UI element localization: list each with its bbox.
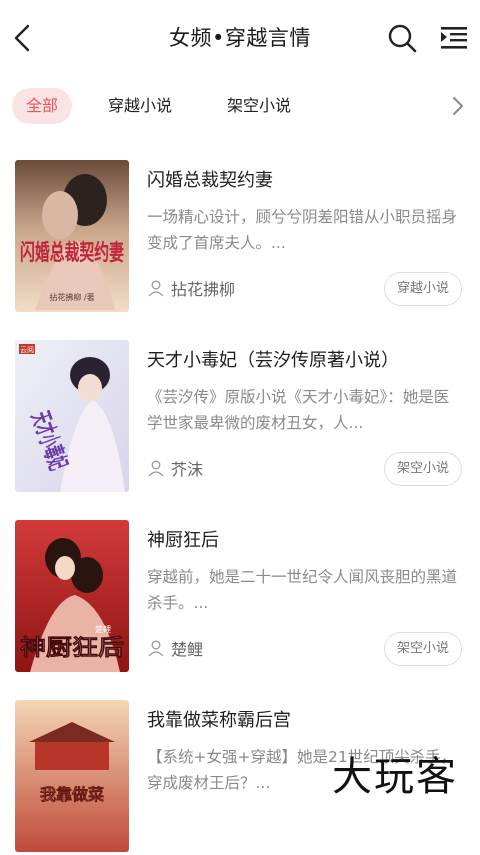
cover-author: 楚鲤 [95,624,111,634]
book-description: 《芸汐传》原版小说《天才小毒妃》：她是医学世家最卑微的废材丑女，人... [147,388,450,432]
book-description: 一场精心设计，顾兮兮阴差阳错从小职员摇身变成了首席夫人。... [147,208,458,252]
genre-tag[interactable]: 架空小说 [383,632,462,666]
cover-title: 闪婚总裁契约妻 [20,240,124,266]
person-icon [148,640,164,657]
book-title: 天才小毒妃（芸汐传原著小说） [147,350,399,371]
tab-time-travel[interactable]: 穿越小说 [108,88,172,124]
genre-tag[interactable]: 穿越小说 [383,272,462,306]
author-name: 拈花拂柳 [171,280,236,299]
search-button[interactable] [384,20,420,56]
book-cover[interactable]: 云阅 天才小毒妃 [15,340,129,492]
author-row: 芥沫 架空小说 [147,452,467,486]
book-title: 闪婚总裁契约妻 [147,170,273,191]
book-title: 我靠做菜称霸后宫 [147,710,291,731]
person-icon [148,460,164,477]
book-description: 穿越前，她是二十一世纪令人闻风丧胆的黑道杀手。... [147,568,458,612]
cover-author: 拈花拂柳 /著 [49,292,94,302]
tab-all[interactable]: 全部 [12,88,73,124]
search-icon [388,24,417,53]
book-cover[interactable]: 闪婚总裁契约妻 拈花拂柳 /著 [15,160,129,312]
cover-badge: 云阅 [20,346,34,354]
tabs-next-button[interactable] [446,94,470,118]
author-row: 楚鲤 架空小说 [147,632,467,666]
category-menu-icon [441,27,467,49]
book-title: 神厨狂后 [147,530,219,551]
menu-button[interactable] [436,20,472,56]
book-cover[interactable]: 神厨狂后 楚鲤 [15,520,129,672]
person-icon [148,280,164,297]
author-row: 拈花拂柳 穿越小说 [147,272,467,306]
list-item[interactable]: 云阅 天才小毒妃 天才小毒妃（芸汐传原著小说） 《芸汐传》原版小说《天才小毒妃》… [0,330,480,495]
author-name: 楚鲤 [171,640,204,659]
top-bar: 女频•穿越言情 [0,0,480,78]
author-name: 芥沫 [171,460,204,479]
list-item[interactable]: 神厨狂后 楚鲤 神厨狂后 穿越前，她是二十一世纪令人闻风丧胆的黑道杀手。... … [0,510,480,675]
list-item[interactable]: 闪婚总裁契约妻 拈花拂柳 /著 闪婚总裁契约妻 一场精心设计，顾兮兮阴差阳错从小… [0,150,480,315]
book-cover[interactable]: 我靠做菜 [15,700,129,852]
cover-title: 我靠做菜 [40,785,104,804]
tab-alt-history[interactable]: 架空小说 [227,88,291,124]
genre-tag[interactable]: 架空小说 [383,452,462,486]
category-tabs: 全部 穿越小说 架空小说 [0,88,480,128]
cover-title: 神厨狂后 [20,635,124,661]
watermark-text: 大玩客 [332,754,458,800]
chevron-right-icon [453,97,463,115]
